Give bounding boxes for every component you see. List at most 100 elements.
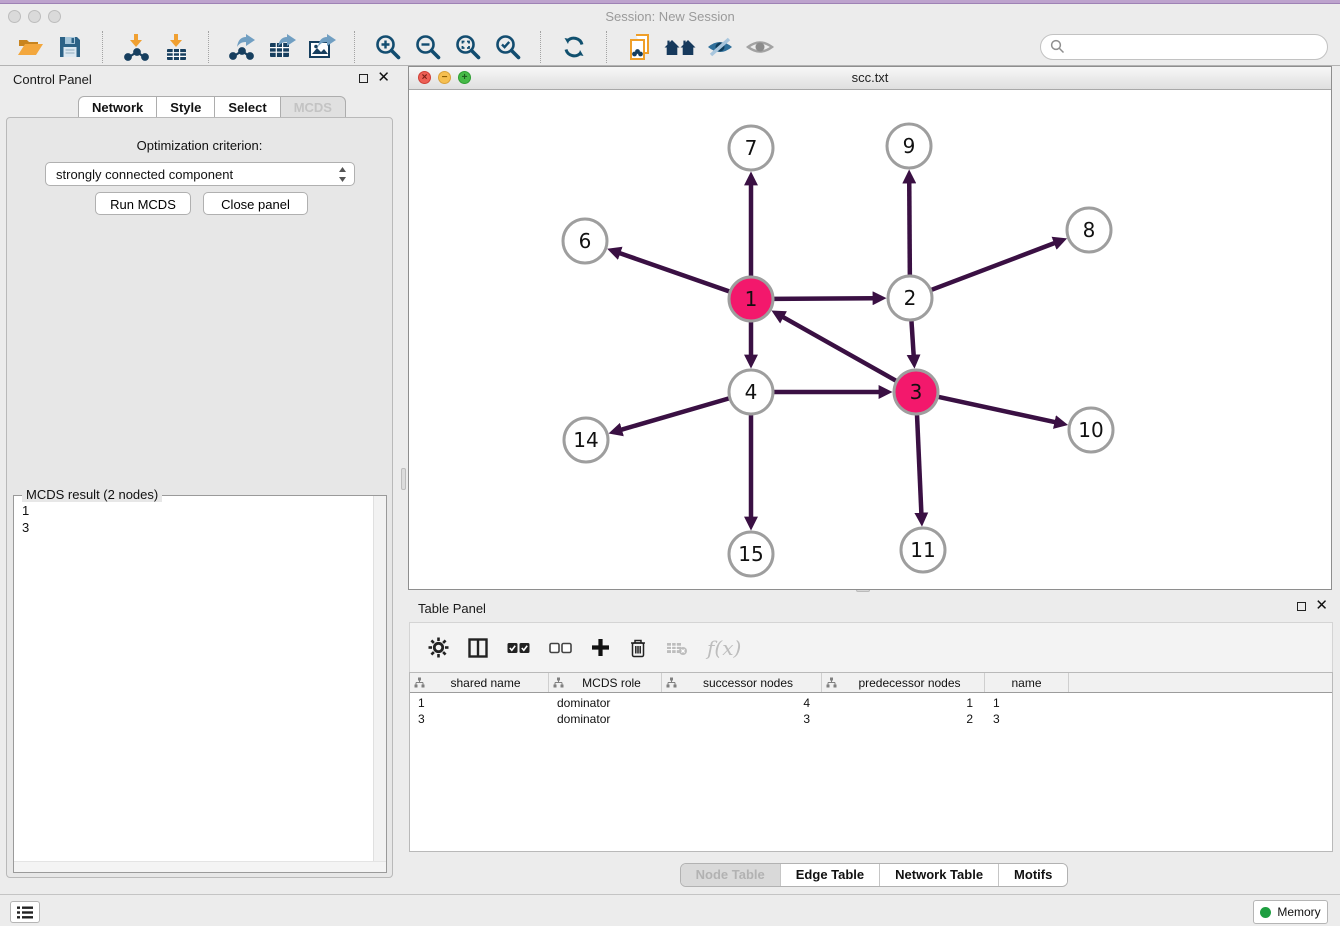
home-layout-button[interactable]: [660, 29, 700, 65]
show-view-button[interactable]: [740, 29, 780, 65]
svg-text:7: 7: [745, 136, 758, 160]
save-floppy-icon: [58, 35, 82, 59]
delete-column-button[interactable]: [629, 638, 647, 658]
search-input[interactable]: [1040, 34, 1328, 60]
graph-node-6[interactable]: 6: [563, 219, 607, 263]
graph-node-7[interactable]: 7: [729, 126, 773, 170]
graph-node-2[interactable]: 2: [888, 276, 932, 320]
result-horizontal-scrollbar[interactable]: [14, 861, 386, 872]
delete-table-icon: [666, 640, 688, 656]
table-settings-button[interactable]: [428, 637, 449, 658]
tab-node-table[interactable]: Node Table: [681, 864, 780, 886]
float-panel-icon[interactable]: [359, 74, 368, 83]
table-cell[interactable]: 3: [662, 712, 822, 726]
optimization-criterion-dropdown[interactable]: strongly connected component: [45, 162, 355, 186]
edge-2-to-9[interactable]: [909, 182, 910, 276]
export-table-icon: [268, 33, 297, 60]
refresh-icon: [561, 34, 587, 60]
table-body: 1dominator4113dominator323: [410, 695, 1332, 727]
table-row[interactable]: 3dominator323: [410, 711, 1332, 727]
zoom-out-button[interactable]: [408, 29, 448, 65]
edge-3-to-11[interactable]: [917, 414, 921, 514]
tab-motifs[interactable]: Motifs: [998, 864, 1067, 886]
column-header-shared-name[interactable]: shared name: [410, 673, 549, 692]
column-header-name[interactable]: name: [985, 673, 1069, 692]
column-header-MCDS-role[interactable]: MCDS role: [549, 673, 662, 692]
graph-node-1[interactable]: 1: [729, 277, 773, 321]
graph-node-11[interactable]: 11: [901, 528, 945, 572]
tab-network[interactable]: Network: [78, 96, 157, 119]
save-session-button[interactable]: [50, 29, 90, 65]
network-graph-canvas[interactable]: 7 9 6 8 1 2 4 3 14 10 15 11: [409, 90, 1331, 590]
column-header-successor-nodes[interactable]: successor nodes: [662, 673, 822, 692]
vertical-splitter[interactable]: [400, 66, 408, 894]
hide-network-button[interactable]: [700, 29, 740, 65]
edge-2-to-8[interactable]: [931, 243, 1056, 290]
export-image-button[interactable]: [302, 29, 342, 65]
tab-mcds[interactable]: MCDS: [281, 96, 346, 119]
graph-node-3[interactable]: 3: [894, 370, 938, 414]
table-cell[interactable]: 1: [410, 696, 549, 710]
graph-node-10[interactable]: 10: [1069, 408, 1113, 452]
table-row[interactable]: 1dominator411: [410, 695, 1332, 711]
edge-1-to-6[interactable]: [619, 253, 730, 292]
splitter-handle[interactable]: [401, 468, 406, 490]
edge-3-to-10[interactable]: [937, 397, 1055, 423]
memory-button[interactable]: Memory: [1253, 900, 1328, 924]
tab-edge-table[interactable]: Edge Table: [780, 864, 879, 886]
delete-table-button[interactable]: [666, 640, 688, 656]
tab-style[interactable]: Style: [157, 96, 215, 119]
zoom-fit-button[interactable]: [448, 29, 488, 65]
open-session-button[interactable]: [10, 29, 50, 65]
table-cell[interactable]: 1: [822, 696, 985, 710]
add-column-button[interactable]: [591, 638, 610, 657]
import-network-button[interactable]: [116, 29, 156, 65]
toggle-columns-button[interactable]: [468, 638, 488, 658]
hierarchy-icon: [666, 677, 677, 688]
column-header-predecessor-nodes[interactable]: predecessor nodes: [822, 673, 985, 692]
edge-3-to-1[interactable]: [782, 317, 896, 382]
run-mcds-button[interactable]: Run MCDS: [95, 192, 191, 215]
export-table-button[interactable]: [262, 29, 302, 65]
apply-function-button[interactable]: f(x): [707, 636, 741, 660]
select-all-button[interactable]: [507, 641, 530, 655]
graph-node-14[interactable]: 14: [564, 418, 608, 462]
dropdown-value: strongly connected component: [56, 167, 233, 182]
close-panel-icon[interactable]: ✕: [377, 72, 390, 84]
graph-node-8[interactable]: 8: [1067, 208, 1111, 252]
edge-4-to-14[interactable]: [621, 398, 730, 430]
copy-view-button[interactable]: [620, 29, 660, 65]
table-cell[interactable]: 4: [662, 696, 822, 710]
graph-node-9[interactable]: 9: [887, 124, 931, 168]
search-field[interactable]: [1065, 38, 1327, 55]
float-table-panel-icon[interactable]: [1297, 602, 1306, 611]
zoom-in-button[interactable]: [368, 29, 408, 65]
deselect-all-button[interactable]: [549, 641, 572, 655]
edge-1-to-2[interactable]: [773, 298, 874, 299]
edge-2-to-3[interactable]: [911, 320, 913, 356]
close-panel-button[interactable]: Close panel: [203, 192, 308, 215]
table-cell[interactable]: 1: [985, 696, 1069, 710]
refresh-view-button[interactable]: [554, 29, 594, 65]
table-cell[interactable]: dominator: [549, 712, 662, 726]
close-table-panel-icon[interactable]: ✕: [1315, 600, 1328, 612]
table-cell[interactable]: dominator: [549, 696, 662, 710]
table-cell[interactable]: 2: [822, 712, 985, 726]
application-window: Session: New Session: [0, 0, 1340, 926]
network-window-titlebar[interactable]: × − + scc.txt: [409, 67, 1331, 90]
svg-text:10: 10: [1078, 418, 1103, 442]
svg-text:3: 3: [910, 380, 923, 404]
tab-network-table[interactable]: Network Table: [879, 864, 998, 886]
graph-node-4[interactable]: 4: [729, 370, 773, 414]
toolbar-separator: [540, 31, 542, 63]
result-vertical-scrollbar[interactable]: [373, 496, 386, 872]
graph-node-15[interactable]: 15: [729, 532, 773, 576]
svg-text:11: 11: [910, 538, 935, 562]
export-network-button[interactable]: [222, 29, 262, 65]
task-history-button[interactable]: [10, 901, 40, 923]
table-cell[interactable]: 3: [410, 712, 549, 726]
import-table-button[interactable]: [156, 29, 196, 65]
zoom-selected-button[interactable]: [488, 29, 528, 65]
table-cell[interactable]: 3: [985, 712, 1069, 726]
tab-select[interactable]: Select: [215, 96, 280, 119]
